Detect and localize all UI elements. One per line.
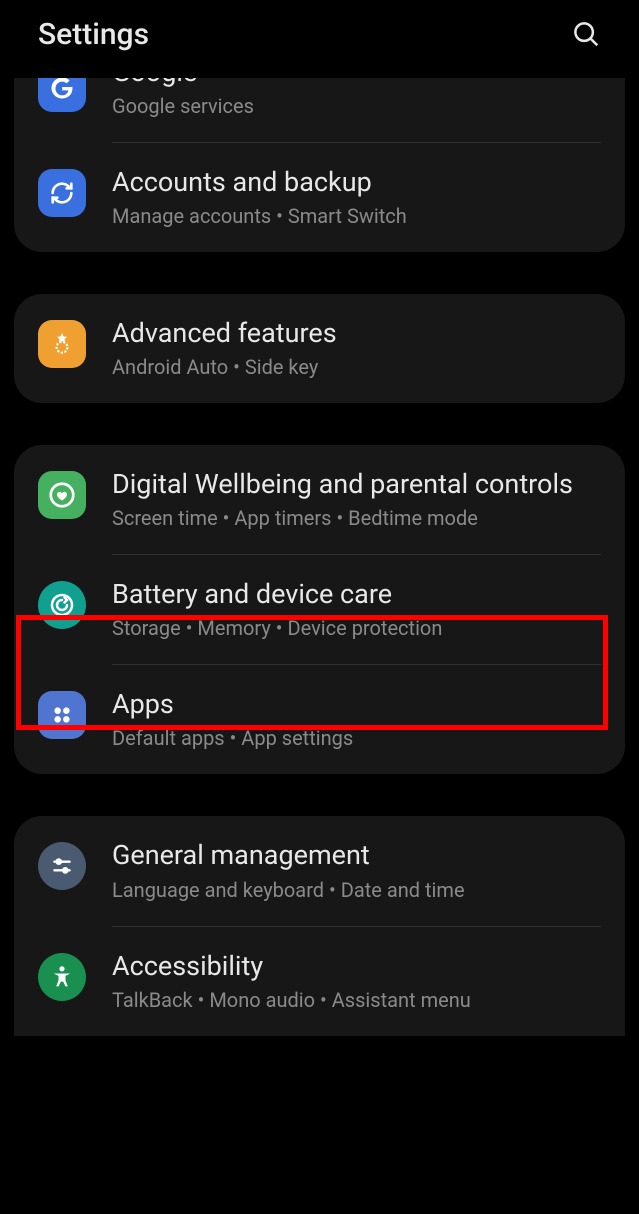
item-title: Google — [112, 78, 197, 90]
settings-item-google[interactable]: Google Google services — [14, 78, 625, 142]
item-subtitle: Language and keyboard • Date and time — [112, 876, 601, 904]
settings-item-digital-wellbeing[interactable]: Digital Wellbeing and parental controls … — [14, 445, 625, 554]
page-title: Settings — [38, 17, 149, 52]
settings-group: Digital Wellbeing and parental controls … — [14, 445, 625, 774]
item-title: Digital Wellbeing and parental controls — [112, 467, 601, 502]
person-circle-icon — [38, 953, 86, 1001]
item-subtitle: Manage accounts • Smart Switch — [112, 202, 601, 230]
sliders-icon — [38, 842, 86, 890]
settings-group: Advanced features Android Auto • Side ke… — [14, 294, 625, 403]
settings-item-battery-device-care[interactable]: Battery and device care Storage • Memory… — [14, 555, 625, 664]
google-icon — [38, 78, 86, 112]
settings-group: General management Language and keyboard… — [14, 816, 625, 1035]
app-header: Settings — [0, 0, 639, 68]
item-subtitle: Storage • Memory • Device protection — [112, 614, 601, 642]
search-icon — [571, 19, 601, 49]
settings-item-advanced-features[interactable]: Advanced features Android Auto • Side ke… — [14, 294, 625, 403]
settings-item-apps[interactable]: Apps Default apps • App settings — [14, 665, 625, 774]
four-dots-icon — [38, 691, 86, 739]
item-title: Battery and device care — [112, 577, 601, 612]
settings-list: Google Google services Accounts and back… — [0, 68, 639, 1036]
item-title: Apps — [112, 687, 601, 722]
heart-circle-icon — [38, 471, 86, 519]
care-circle-icon — [38, 581, 86, 629]
item-subtitle: Default apps • App settings — [112, 724, 601, 752]
item-subtitle: Google services — [112, 92, 601, 120]
settings-item-general-management[interactable]: General management Language and keyboard… — [14, 816, 625, 925]
item-title: Accessibility — [112, 949, 601, 984]
settings-item-accounts-backup[interactable]: Accounts and backup Manage accounts • Sm… — [14, 143, 625, 252]
settings-group: Google Google services Accounts and back… — [14, 78, 625, 252]
item-title: Advanced features — [112, 316, 601, 351]
settings-item-accessibility[interactable]: Accessibility TalkBack • Mono audio • As… — [14, 927, 625, 1036]
star-gear-icon — [38, 320, 86, 368]
item-title: Accounts and backup — [112, 165, 601, 200]
item-subtitle: Android Auto • Side key — [112, 353, 601, 381]
item-subtitle: Screen time • App timers • Bedtime mode — [112, 504, 601, 532]
item-subtitle: TalkBack • Mono audio • Assistant menu — [112, 986, 601, 1014]
item-title: General management — [112, 838, 601, 873]
search-button[interactable] — [569, 17, 603, 51]
sync-icon — [38, 169, 86, 217]
